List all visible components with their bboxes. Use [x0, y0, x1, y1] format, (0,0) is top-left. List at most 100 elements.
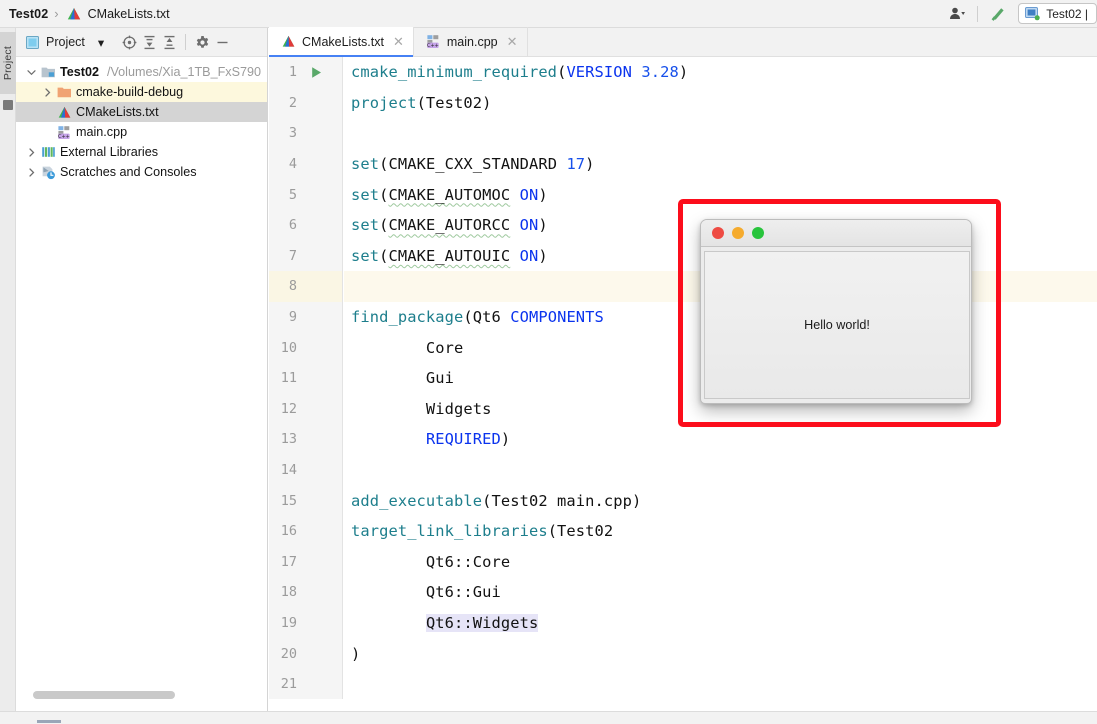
editor-gutter[interactable]: 16	[269, 515, 343, 547]
editor-gutter[interactable]: 21	[269, 668, 343, 700]
line-number: 19	[280, 614, 297, 631]
line-number: 1	[288, 64, 297, 81]
user-account-icon[interactable]	[945, 3, 970, 25]
editor-gutter[interactable]: 12	[269, 393, 343, 425]
tree-row-test02[interactable]: Test02 /Volumes/Xia_1TB_FxS790	[16, 62, 267, 82]
breadcrumb-separator: ›	[54, 6, 59, 21]
tree-label: Scratches and Consoles	[60, 165, 197, 179]
project-horizontal-scrollbar[interactable]	[16, 691, 268, 706]
collapse-all-icon[interactable]	[159, 31, 179, 53]
code-text: project (Test02)	[351, 93, 492, 112]
project-view-label: Project	[46, 35, 85, 49]
editor-gutter[interactable]: 18	[269, 577, 343, 608]
folder-icon	[55, 85, 73, 99]
tree-row-cmake-build-debug[interactable]: cmake-build-debug	[16, 82, 267, 102]
editor-gutter[interactable]: 14	[269, 454, 343, 486]
tree-label: CMakeLists.txt	[76, 105, 159, 119]
code-text: Qt6::Core	[351, 552, 511, 571]
editor-gutter[interactable]: 1	[269, 57, 343, 88]
editor-gutter[interactable]: 10	[269, 332, 343, 363]
toolbar-divider	[185, 34, 187, 50]
sidebar-item-project-label: Project	[2, 45, 14, 81]
editor-gutter[interactable]: 11	[269, 362, 343, 394]
editor-gutter[interactable]: 19	[269, 607, 343, 639]
code-line-16: 16 target_link_libraries (Test02	[269, 515, 1097, 547]
expand-all-icon[interactable]	[139, 31, 159, 53]
project-tree: Test02 /Volumes/Xia_1TB_FxS790 cmake-bui…	[16, 57, 267, 182]
breadcrumb-file[interactable]: CMakeLists.txt	[82, 7, 170, 21]
project-module-icon	[39, 65, 57, 79]
build-hammer-icon[interactable]	[985, 3, 1012, 25]
editor-gutter[interactable]: 2	[269, 87, 343, 119]
cmake-file-icon	[281, 34, 296, 49]
project-view-icon	[26, 35, 39, 49]
code-line-3: 3	[269, 118, 1097, 149]
code-text: cmake_minimum_required(VERSION 3.28)	[351, 63, 689, 82]
code-text: set(CMAKE_AUTOUIC ON)	[351, 246, 548, 265]
code-line-18: 18 Qt6::Gui	[269, 577, 1097, 608]
run-configuration-selector[interactable]: Test02 |	[1018, 3, 1097, 24]
cpp-file-icon: C++	[426, 34, 441, 49]
code-text: Qt6::Gui	[351, 583, 501, 602]
project-tool-window: Project ▾ Test02 /Volumes/Xia_1TB_FxS790…	[16, 28, 268, 711]
tree-row-main-cpp[interactable]: C++ main.cpp	[16, 122, 267, 142]
code-line-15: 15 add_executable (Test02 main.cpp)	[269, 485, 1097, 516]
line-number: 6	[288, 217, 297, 234]
line-number: 11	[280, 370, 297, 387]
tree-row-scratches-consoles[interactable]: Scratches and Consoles	[16, 162, 267, 182]
window-titlebar: Test02 › CMakeLists.txt Test02 |	[0, 0, 1097, 28]
tab-cmakelists[interactable]: CMakeLists.txt ✕	[269, 27, 414, 57]
chevron-right-icon[interactable]	[24, 147, 39, 157]
tree-label: cmake-build-debug	[76, 85, 184, 99]
editor-gutter[interactable]: 17	[269, 546, 343, 578]
breadcrumb-project[interactable]: Test02	[9, 7, 48, 21]
code-line-19: 19 Qt6::Widgets	[269, 607, 1097, 639]
editor-gutter[interactable]: 4	[269, 148, 343, 180]
chevron-down-icon[interactable]	[24, 68, 39, 77]
libraries-icon	[39, 145, 57, 159]
run-config-app-icon	[1025, 6, 1040, 21]
line-number: 12	[280, 400, 297, 417]
tree-row-external-libraries[interactable]: External Libraries	[16, 142, 267, 162]
editor-gutter[interactable]: 7	[269, 240, 343, 272]
run-line-marker-icon[interactable]	[310, 66, 323, 79]
svg-text:C++: C++	[57, 133, 69, 139]
editor-gutter[interactable]: 13	[269, 424, 343, 455]
structure-toolwindow-icon[interactable]	[3, 100, 13, 110]
weak-warning-text: CMAKE_AUTOUIC	[388, 246, 511, 265]
breadcrumb: Test02 › CMakeLists.txt	[0, 6, 170, 22]
code-text: Core	[351, 338, 464, 357]
run-config-label: Test02 |	[1046, 6, 1088, 21]
editor-gutter[interactable]: 20	[269, 638, 343, 669]
editor-gutter[interactable]: 6	[269, 209, 343, 241]
chevron-down-icon[interactable]: ▾	[98, 35, 104, 50]
chevron-right-icon[interactable]	[24, 167, 39, 177]
editor-gutter[interactable]: 9	[269, 301, 343, 333]
weak-warning-text: CMAKE_AUTORCC	[388, 216, 511, 235]
code-text: set (CMAKE_CXX_STANDARD 17)	[351, 155, 595, 174]
close-icon[interactable]: ✕	[393, 34, 404, 50]
close-icon[interactable]: ✕	[507, 34, 518, 50]
tab-label: CMakeLists.txt	[302, 34, 384, 49]
editor-gutter[interactable]: 3	[269, 118, 343, 149]
line-number: 9	[288, 309, 297, 326]
editor-gutter[interactable]: 8	[269, 271, 343, 302]
select-opened-file-icon[interactable]	[119, 31, 139, 53]
editor-gutter[interactable]: 5	[269, 179, 343, 210]
tree-label: External Libraries	[60, 145, 158, 159]
project-scrollbar-thumb[interactable]	[33, 691, 175, 699]
line-number: 14	[280, 462, 297, 479]
red-highlight-annotation	[678, 199, 1001, 427]
cpp-file-icon: C++	[55, 125, 73, 140]
chevron-right-icon[interactable]	[40, 87, 55, 97]
gear-icon[interactable]	[192, 31, 212, 53]
line-number: 3	[288, 125, 297, 142]
tree-row-cmakelists[interactable]: CMakeLists.txt	[16, 102, 267, 122]
minimize-icon[interactable]	[212, 31, 232, 53]
sidebar-item-project[interactable]: Project	[0, 32, 16, 94]
project-view-selector[interactable]: Project ▾	[24, 35, 106, 50]
line-number: 2	[288, 94, 297, 111]
editor-gutter[interactable]: 15	[269, 485, 343, 516]
tab-main-cpp[interactable]: C++ main.cpp ✕	[414, 27, 528, 56]
svg-text:C++: C++	[427, 43, 439, 49]
